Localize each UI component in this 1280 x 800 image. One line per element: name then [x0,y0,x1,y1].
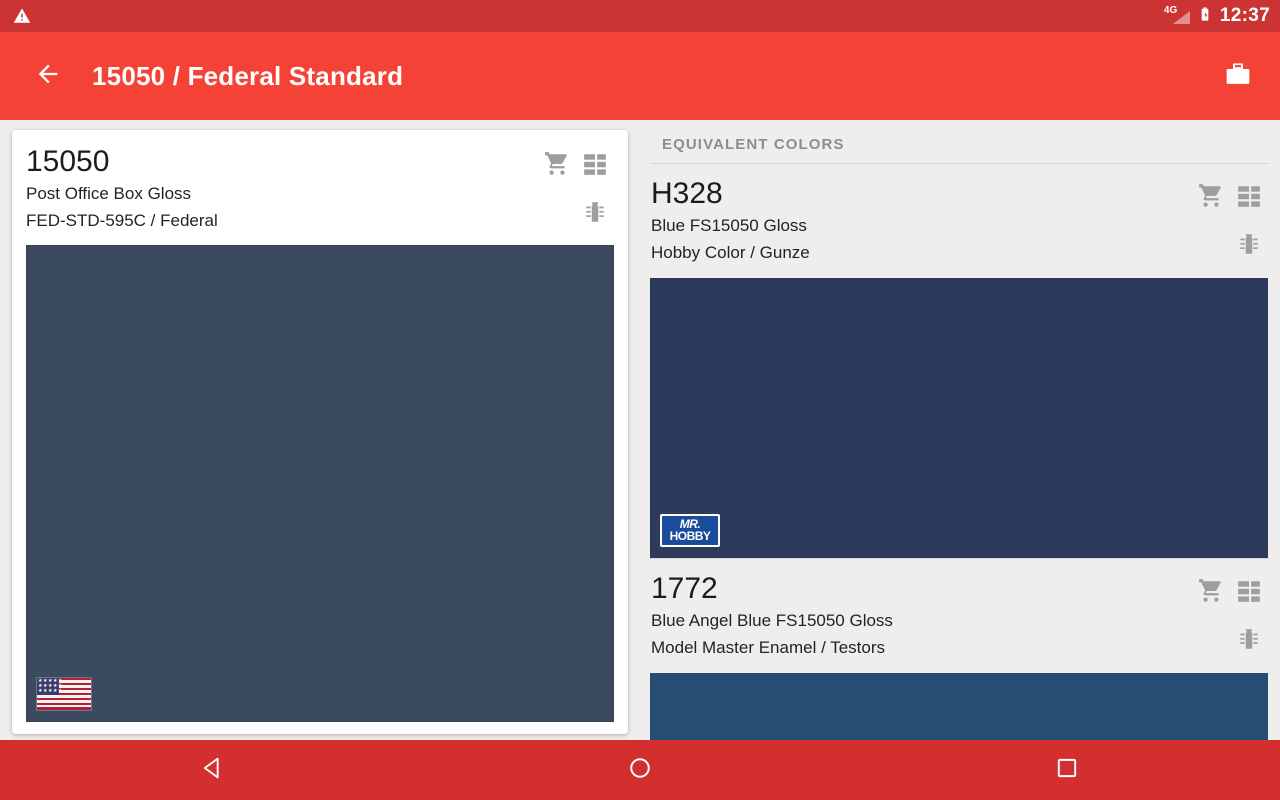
nav-back-button[interactable] [178,745,248,795]
grid-view-button[interactable] [1230,574,1268,612]
list-item[interactable]: H328 Blue FS15050 Gloss Hobby Color / Gu… [650,164,1268,558]
warning-triangle-icon [12,7,32,25]
paint-tube-icon [1236,626,1262,657]
paint-tube-icon [582,199,608,230]
equivalent-item-text: 1772 Blue Angel Blue FS15050 Gloss Model… [651,571,1172,661]
android-navigation-bar [0,740,1280,800]
equivalent-color-swatch: MR. HOBBY [650,278,1268,558]
paint-tube-icon [1236,231,1262,262]
paint-bucket-button[interactable] [1214,52,1262,100]
country-flag-badge: ★★★★★ ★★★★★ ★★★★★ [37,678,91,710]
detail-color-brand: FED-STD-595C / Federal [26,211,218,230]
signal-strength-icon: 4G [1164,6,1190,26]
grid-icon [1236,578,1262,609]
grid-view-button[interactable] [576,147,614,185]
cart-button[interactable] [1192,574,1230,612]
paint-bucket-icon [1221,57,1255,96]
mr-hobby-line2: HOBBY [669,529,711,543]
app-bar: 15050 / Federal Standard [0,32,1280,120]
equivalent-colors-title: EQUIVALENT COLORS [662,136,845,153]
equivalent-item-icons [1172,176,1268,265]
grid-icon [1236,183,1262,214]
equivalent-colors-pane: EQUIVALENT COLORS H328 Blue FS15050 Glos… [640,120,1280,740]
detail-color-name: Post Office Box Gloss [26,184,192,203]
status-bar-clock: 12:37 [1219,5,1270,26]
equivalent-color-swatch [650,673,1268,740]
cart-button[interactable] [1192,179,1230,217]
back-button[interactable] [26,54,70,98]
equivalent-color-name: Blue FS15050 Gloss [651,216,807,235]
paint-tube-button[interactable] [576,195,614,233]
battery-charging-icon [1197,3,1213,30]
status-bar-left [12,7,32,25]
flag-canton: ★★★★★ ★★★★★ ★★★★★ [37,678,63,696]
equivalent-color-code: H328 [651,177,723,210]
app-screen: 4G 12:37 15050 / Federal Standard 15050 … [0,0,1280,800]
nav-back-icon [199,754,227,787]
status-bar-right: 4G 12:37 [1164,3,1270,30]
page-title: 15050 / Federal Standard [92,60,404,91]
flag-stars: ★★★★★ ★★★★★ ★★★★★ [38,678,63,694]
grid-view-button[interactable] [1230,179,1268,217]
color-detail-card: 15050 Post Office Box Gloss FED-STD-595C… [12,130,628,734]
nav-home-button[interactable] [605,745,675,795]
equivalent-color-code: 1772 [651,572,718,605]
detail-card-header: 15050 Post Office Box Gloss FED-STD-595C… [26,144,614,234]
mr-hobby-logo-icon: MR. HOBBY [660,514,720,547]
nav-home-icon [626,754,654,787]
arrow-back-icon [34,60,62,93]
equivalent-item-icons [1172,571,1268,660]
brand-badge: MR. HOBBY [660,514,720,547]
equivalent-color-name: Blue Angel Blue FS15050 Gloss [651,611,893,630]
cart-icon [1198,578,1224,609]
detail-pane: 15050 Post Office Box Gloss FED-STD-595C… [0,120,640,740]
equivalent-color-brand: Hobby Color / Gunze [651,243,810,262]
content-area: 15050 Post Office Box Gloss FED-STD-595C… [0,120,1280,740]
detail-card-text: 15050 Post Office Box Gloss FED-STD-595C… [26,144,518,234]
paint-tube-button[interactable] [1230,622,1268,660]
us-flag-icon: ★★★★★ ★★★★★ ★★★★★ [37,678,91,710]
cart-icon [544,151,570,182]
cart-button[interactable] [538,147,576,185]
detail-color-swatch: ★★★★★ ★★★★★ ★★★★★ [26,245,614,722]
equivalent-item-text: H328 Blue FS15050 Gloss Hobby Color / Gu… [651,176,1172,266]
cart-icon [1198,183,1224,214]
signal-triangle-bg [1172,11,1190,24]
grid-icon [582,151,608,182]
paint-tube-button[interactable] [1230,227,1268,265]
equivalent-color-brand: Model Master Enamel / Testors [651,638,885,657]
nav-recents-icon [1053,754,1081,787]
nav-recents-button[interactable] [1032,745,1102,795]
equivalent-item-header: H328 Blue FS15050 Gloss Hobby Color / Gu… [650,176,1268,266]
detail-color-code: 15050 [26,145,110,178]
list-item[interactable]: 1772 Blue Angel Blue FS15050 Gloss Model… [650,559,1268,740]
detail-card-icons [518,144,614,233]
status-bar: 4G 12:37 [0,0,1280,32]
equivalent-item-header: 1772 Blue Angel Blue FS15050 Gloss Model… [650,571,1268,661]
